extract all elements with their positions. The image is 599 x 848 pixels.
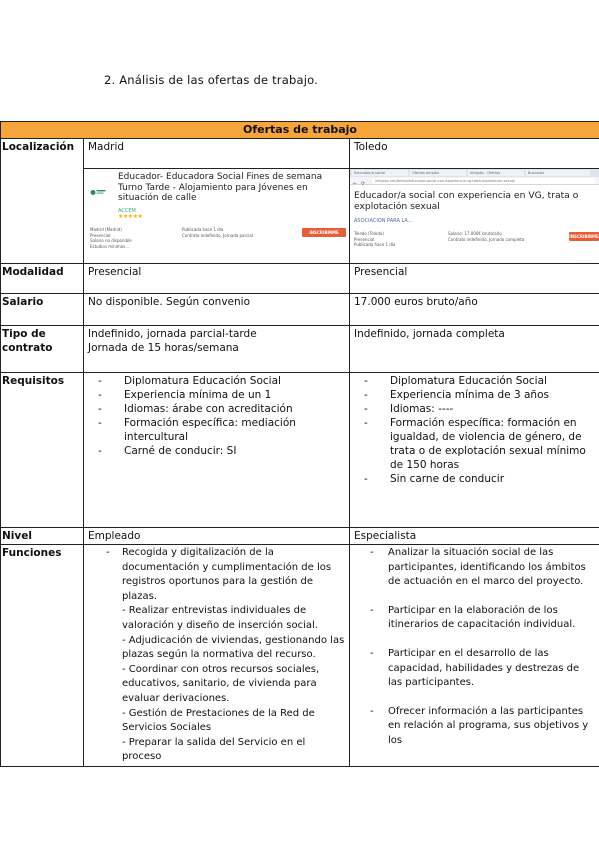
browser-tab[interactable]: Ofertas empleo — [410, 170, 466, 176]
toledo-ad-details-right: Salario: 17.000€ bruto/año Contrato inde… — [448, 231, 534, 242]
toledo-funciones: Analizar la situación social de las part… — [348, 544, 599, 767]
madrid-salario: No disponible. Según convenio — [83, 293, 350, 326]
ad-detail: Contrato indefinido, Jornada parcial — [182, 232, 253, 238]
toledo-nivel: Especialista — [348, 527, 599, 545]
section-heading: 2. Análisis de las ofertas de trabajo. — [104, 73, 319, 87]
madrid-modalidad: Presencial — [83, 263, 350, 294]
row-requisitos: Requisitos Diplomatura Educación Social … — [0, 372, 599, 528]
madrid-localizacion: Madrid — [83, 138, 350, 169]
list-item: Idiomas: árabe con acreditación — [98, 402, 345, 416]
list-item: Ofrecer información a las participantes … — [370, 705, 595, 749]
toledo-ad-title: Educador/a social con experiencia en VG,… — [354, 190, 579, 212]
row-localizacion: Localización Madrid Toledo — [0, 138, 599, 264]
browser-tab[interactable]: Buscador — [526, 170, 590, 176]
reload-icon[interactable]: ⟳ — [361, 177, 365, 191]
list-item: - Adjudicación de viviendas, gestionando… — [122, 634, 345, 661]
madrid-ad-screenshot: Educador- Educadora Social Fines de sema… — [84, 169, 349, 263]
browser-tabbar: Educador/a social Ofertas empleo Infojob… — [350, 169, 599, 177]
label-tipo-contrato: Tipo de contrato — [0, 325, 84, 373]
list-item: Experiencia mínima de un 1 — [98, 388, 345, 402]
row-funciones: Funciones Recogida y digitalización de l… — [0, 544, 599, 767]
url-field[interactable]: infojobs.net/toledo/educador-social-con-… — [372, 178, 597, 184]
list-item: Recogida y digitalización de la document… — [106, 546, 345, 604]
list-item: - Preparar la salida del Servicio en el … — [122, 736, 306, 763]
toledo-funciones-list: Analizar la situación social de las part… — [354, 546, 595, 749]
label-modalidad: Modalidad — [0, 263, 84, 294]
toledo-ad-company: ASOCIACIÓN PARA LA... — [354, 218, 413, 224]
madrid-ad-title: Educador- Educadora Social Fines de sema… — [118, 172, 323, 203]
list-item: Carné de conducir: SI — [98, 444, 345, 458]
toledo-modalidad: Presencial — [348, 263, 599, 294]
browser-urlbar: ← ⟳ infojobs.net/toledo/educador-social-… — [350, 177, 599, 187]
company-logo-icon — [90, 187, 106, 196]
madrid-tipo-contrato: Indefinido, jornada parcial-tarde Jornad… — [83, 325, 350, 373]
list-item: Formación específica: mediación intercul… — [98, 416, 345, 444]
label-funciones: Funciones — [0, 544, 84, 767]
toledo-ad-details-left: Toledo (Toledo) Presencial Publicada hac… — [354, 231, 439, 248]
list-item: Diplomatura Educación Social — [364, 374, 595, 388]
toledo-requisitos: Diplomatura Educación Social Experiencia… — [348, 372, 599, 528]
ad-detail: Publicada hace 1 día — [354, 242, 396, 247]
list-item: Idiomas: ---- — [364, 402, 595, 416]
toledo-requisitos-list: Diplomatura Educación Social Experiencia… — [354, 374, 595, 486]
toledo-salario: 17.000 euros bruto/año — [348, 293, 599, 326]
list-item: Analizar la situación social de las part… — [370, 546, 595, 590]
browser-tab[interactable]: Educador/a social — [352, 170, 408, 176]
row-nivel: Nivel Empleado Especialista — [0, 527, 599, 545]
row-ad-screenshots: Educador- Educadora Social Fines de sema… — [1, 168, 599, 264]
madrid-funciones: Recogida y digitalización de la document… — [83, 544, 350, 767]
list-item: Diplomatura Educación Social — [98, 374, 345, 388]
madrid-contrato-line: Indefinido, jornada parcial-tarde — [88, 328, 257, 340]
list-item: - Gestión de Prestaciones de la Red de S… — [122, 707, 315, 734]
label-localizacion: Localización — [0, 138, 84, 264]
toledo-ad-screenshot: Educador/a social Ofertas empleo Infojob… — [350, 169, 599, 263]
madrid-ad-cell: Educador- Educadora Social Fines de sema… — [83, 168, 350, 264]
toledo-ad-cell: Educador/a social Ofertas empleo Infojob… — [348, 168, 599, 264]
list-item: Sin carne de conducir — [364, 472, 595, 486]
toledo-apply-button[interactable]: INSCRIBIRME — [569, 232, 599, 241]
label-requisitos: Requisitos — [0, 372, 84, 528]
label-nivel: Nivel — [0, 527, 84, 545]
madrid-funciones-list: Recogida y digitalización de la document… — [88, 546, 345, 765]
madrid-requisitos: Diplomatura Educación Social Experiencia… — [83, 372, 350, 528]
madrid-nivel: Empleado — [83, 527, 350, 545]
madrid-ad-details-right: Publicada hace 1 día Contrato indefinido… — [182, 227, 272, 238]
ad-detail: Contrato indefinido, Jornada completa — [448, 236, 525, 242]
list-item: - Coordinar con otros recursos sociales,… — [122, 663, 320, 704]
list-item: Participar en el desarrollo de las capac… — [370, 647, 595, 691]
madrid-ad-details-left: Madrid (Madrid) Presencial Salario no di… — [90, 227, 170, 249]
madrid-ad-stars: ★★★★★ — [118, 213, 143, 220]
list-item: Formación específica: formación en igual… — [364, 416, 595, 472]
row-tipo-contrato: Tipo de contrato Indefinido, jornada par… — [0, 325, 599, 373]
browser-tab[interactable]: Infojobs - Ofertas — [468, 170, 524, 176]
list-item: Participar en la elaboración de los itin… — [370, 604, 595, 633]
back-arrow-icon[interactable]: ← — [353, 177, 357, 191]
list-item: Experiencia mínima de 3 años — [364, 388, 595, 402]
row-salario: Salario No disponible. Según convenio 17… — [0, 293, 599, 326]
madrid-apply-button[interactable]: INSCRIBIRME — [302, 228, 346, 237]
table-title-row: Ofertas de trabajo — [0, 121, 599, 139]
toledo-localizacion: Toledo — [348, 138, 599, 169]
toledo-tipo-contrato: Indefinido, jornada completa — [348, 325, 599, 373]
job-offers-table: Ofertas de trabajo Localización Madrid T… — [0, 121, 599, 767]
label-salario: Salario — [0, 293, 84, 326]
row-modalidad: Modalidad Presencial Presencial — [0, 263, 599, 294]
madrid-requisitos-list: Diplomatura Educación Social Experiencia… — [88, 374, 345, 458]
table-title: Ofertas de trabajo — [0, 121, 599, 139]
list-item: - Realizar entrevistas individuales de v… — [122, 605, 318, 631]
ad-detail: Estudios mínimos... — [90, 243, 130, 249]
madrid-contrato-line: Jornada de 15 horas/semana — [88, 342, 239, 354]
